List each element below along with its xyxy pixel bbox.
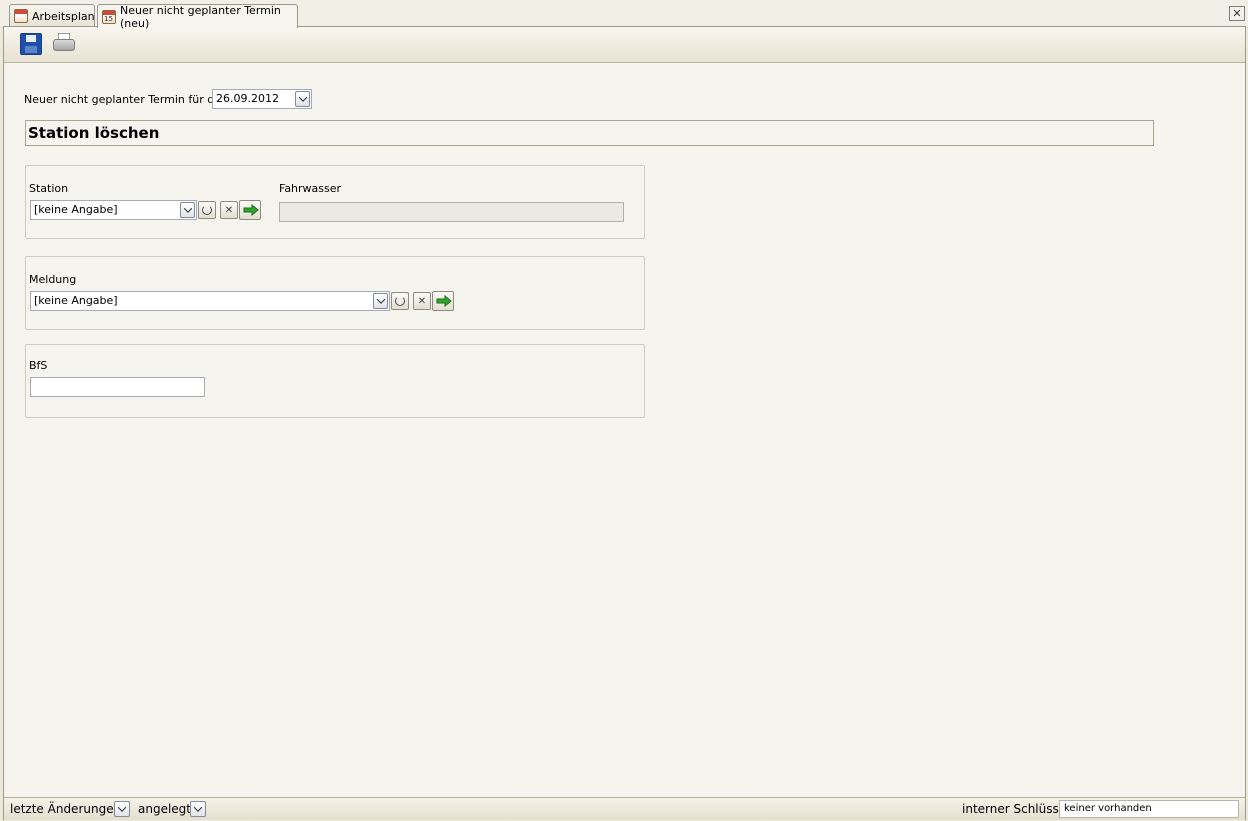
floppy-disk-icon — [20, 33, 42, 55]
fahrwasser-label: Fahrwasser — [279, 182, 342, 195]
toolbar — [4, 27, 1245, 63]
print-button[interactable] — [51, 31, 77, 57]
refresh-icon — [395, 296, 405, 306]
fahrwasser-field — [279, 202, 624, 222]
meldung-go-button[interactable] — [432, 291, 454, 311]
meldung-label: Meldung — [29, 273, 77, 286]
meldung-value: [keine Angabe] — [34, 294, 118, 307]
meldung-dropdown-button[interactable] — [373, 293, 388, 309]
created-label: angelegt — [138, 802, 191, 816]
last-changes-dropdown[interactable] — [114, 801, 130, 817]
date-value: 26.09.2012 — [216, 92, 279, 105]
tab-label: Arbeitsplan — [32, 9, 95, 23]
close-icon: ✕ — [1232, 7, 1242, 20]
bfs-label: BfS — [29, 359, 48, 372]
station-label: Station — [29, 182, 69, 195]
meldung-refresh-button[interactable] — [391, 292, 409, 310]
tab-label: Neuer nicht geplanter Termin (neu) — [120, 3, 281, 30]
page-title: Station löschen — [25, 120, 1154, 146]
close-tab-button[interactable]: ✕ — [1229, 6, 1245, 21]
clear-icon: ✕ — [417, 295, 427, 307]
meldung-combobox[interactable]: [keine Angabe] — [30, 291, 390, 311]
internal-key-value: keiner vorhanden — [1064, 803, 1152, 814]
station-go-button[interactable] — [239, 200, 261, 220]
calendar-15-icon — [102, 9, 116, 24]
tab-neuer-termin[interactable]: Neuer nicht geplanter Termin (neu) — [97, 3, 298, 30]
created-dropdown[interactable] — [190, 801, 206, 817]
calendar-icon — [14, 9, 28, 23]
date-dropdown-button[interactable] — [295, 91, 310, 107]
status-bar: letzte Änderungen angelegt interner Schl… — [4, 797, 1245, 820]
tab-strip: Arbeitsplan Neuer nicht geplanter Termin… — [0, 0, 1248, 30]
save-button[interactable] — [18, 31, 44, 57]
meldung-clear-button[interactable]: ✕ — [413, 292, 431, 310]
station-value: [keine Angabe] — [34, 203, 118, 216]
date-label: Neuer nicht geplanter Termin für den — [24, 93, 228, 106]
station-refresh-button[interactable] — [198, 201, 216, 219]
last-changes-label: letzte Änderungen — [10, 802, 122, 816]
clear-icon: ✕ — [224, 204, 234, 216]
station-combobox[interactable]: [keine Angabe] — [30, 200, 197, 220]
bfs-input[interactable] — [30, 377, 205, 397]
tab-arbeitsplan[interactable]: Arbeitsplan — [9, 4, 95, 27]
station-dropdown-button[interactable] — [180, 202, 195, 218]
internal-key-field: keiner vorhanden — [1059, 800, 1239, 818]
internal-key-label: interner Schlüssel — [962, 802, 1070, 816]
arrow-right-icon — [243, 204, 259, 216]
station-clear-button[interactable]: ✕ — [220, 201, 238, 219]
refresh-icon — [202, 205, 212, 215]
arrow-right-icon — [436, 295, 452, 307]
